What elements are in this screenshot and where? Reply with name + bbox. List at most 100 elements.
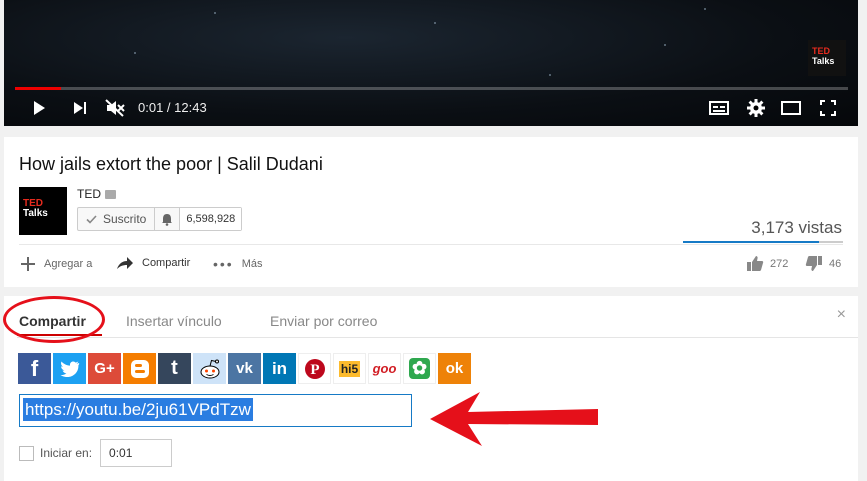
time-display: 0:01 / 12:43 — [138, 100, 207, 115]
subscribed-label: Suscrito — [103, 212, 147, 226]
tumblr-icon: t — [171, 357, 178, 379]
subscribe-group: Suscrito 6,598,928 — [77, 207, 243, 231]
channel-avatar[interactable]: TED Talks — [19, 187, 67, 235]
close-share-button[interactable]: × — [837, 306, 846, 324]
goo-icon: goo — [372, 361, 397, 376]
vk-share-button[interactable]: vk — [228, 353, 261, 384]
hi5-icon: hi5 — [338, 360, 361, 377]
sentiment-bar-fill — [683, 241, 819, 243]
notifications-button[interactable] — [155, 208, 181, 230]
avatar-talks-text: Talks — [23, 208, 48, 219]
facebook-share-button[interactable]: f — [18, 353, 51, 384]
share-button[interactable]: Compartir — [116, 256, 190, 270]
star — [434, 22, 436, 24]
star — [704, 8, 706, 10]
star — [549, 74, 551, 76]
facebook-icon: f — [30, 355, 39, 381]
theater-icon — [781, 101, 801, 115]
fullscreen-button[interactable] — [817, 96, 839, 120]
google-plus-icon: G+ — [94, 360, 115, 377]
share-services: f G+ t vk in P hi5 goo ✿ ok — [18, 353, 471, 384]
like-count: 272 — [770, 257, 789, 270]
progress-bar[interactable] — [15, 87, 848, 90]
tab-embed[interactable]: Insertar vínculo — [126, 313, 222, 329]
odnoklassniki-share-button[interactable]: ok — [438, 353, 471, 384]
divider — [19, 244, 843, 245]
subtitles-icon — [709, 101, 729, 115]
pinterest-share-button[interactable]: P — [298, 353, 331, 384]
subscriber-count: 6,598,928 — [180, 208, 242, 230]
add-to-button[interactable]: Agregar a — [20, 256, 92, 272]
mute-button[interactable] — [104, 96, 126, 120]
bell-icon — [162, 213, 173, 226]
twitter-share-button[interactable] — [53, 353, 86, 384]
checkmark-icon — [86, 214, 97, 224]
add-to-label: Agregar a — [44, 258, 93, 270]
reddit-icon — [200, 359, 219, 378]
mixi-icon: ✿ — [408, 358, 431, 379]
channel-name-link[interactable]: TED — [77, 187, 116, 201]
play-icon — [34, 101, 45, 115]
video-title: How jails extort the poor | Salil Dudani — [19, 154, 323, 174]
start-at-row: Iniciar en: 0:01 — [19, 439, 173, 467]
linkedin-share-button[interactable]: in — [263, 353, 296, 384]
google-plus-share-button[interactable]: G+ — [88, 353, 121, 384]
more-dots-icon: ••• — [213, 256, 234, 272]
plus-icon — [21, 257, 35, 271]
subscribed-button[interactable]: Suscrito — [78, 208, 156, 230]
ted-watermark-text: TED — [812, 46, 830, 56]
more-button[interactable]: ••• Más — [213, 256, 263, 272]
pinterest-icon: P — [304, 358, 325, 379]
sentiment-bar — [683, 241, 843, 243]
settings-icon — [747, 99, 765, 117]
settings-button[interactable] — [745, 96, 767, 120]
tab-email[interactable]: Enviar por correo — [270, 313, 377, 329]
tumblr-share-button[interactable]: t — [158, 353, 191, 384]
svg-text:P: P — [310, 362, 319, 378]
video-player[interactable]: TED Talks 0:01 / 12:43 — [4, 0, 858, 126]
subtitles-button[interactable] — [708, 96, 730, 120]
view-count: 3,173 vistas — [751, 218, 842, 237]
theater-mode-button[interactable] — [780, 96, 802, 120]
start-at-label: Iniciar en: — [40, 446, 93, 460]
channel-name: TED — [77, 187, 101, 201]
next-button[interactable] — [70, 96, 90, 120]
share-label: Compartir — [142, 257, 191, 269]
mixi-share-button[interactable]: ✿ — [403, 353, 436, 384]
fullscreen-icon — [820, 100, 836, 116]
dislike-button[interactable]: 46 — [805, 255, 841, 272]
highlight-circle-annotation — [3, 296, 105, 343]
screenshot-root: TED Talks 0:01 / 12:43 How jails extort … — [0, 0, 867, 481]
reddit-share-button[interactable] — [193, 353, 226, 384]
progress-played — [15, 87, 61, 90]
goo-share-button[interactable]: goo — [368, 353, 401, 384]
start-time-input[interactable]: 0:01 — [100, 439, 173, 467]
divider — [17, 337, 858, 338]
like-button[interactable]: 272 — [746, 255, 788, 272]
video-info-card: How jails extort the poor | Salil Dudani… — [4, 137, 858, 287]
ted-watermark: TED Talks — [808, 40, 846, 76]
share-arrow-icon — [117, 257, 133, 269]
share-panel: Compartir Insertar vínculo Enviar por co… — [4, 296, 858, 481]
share-url-field[interactable]: https://youtu.be/2ju61VPdTzw — [19, 394, 412, 427]
dislike-count: 46 — [829, 257, 842, 270]
vk-icon: vk — [236, 360, 253, 377]
blogger-icon — [130, 359, 149, 378]
star — [664, 44, 666, 46]
share-url-text: https://youtu.be/2ju61VPdTzw — [23, 398, 253, 421]
thumbs-up-icon — [747, 256, 764, 271]
twitter-icon — [60, 361, 79, 377]
linkedin-icon: in — [271, 358, 288, 378]
play-button[interactable] — [28, 96, 50, 120]
red-arrow-annotation — [430, 392, 598, 446]
talks-watermark-text: Talks — [812, 56, 835, 66]
mute-icon — [105, 99, 125, 117]
blogger-share-button[interactable] — [123, 353, 156, 384]
star — [134, 52, 136, 54]
next-icon — [74, 102, 86, 114]
thumbs-down-icon — [805, 256, 822, 271]
start-at-checkbox[interactable] — [19, 445, 34, 461]
star — [214, 12, 216, 14]
odnoklassniki-icon: ok — [445, 360, 464, 377]
hi5-share-button[interactable]: hi5 — [333, 353, 366, 384]
